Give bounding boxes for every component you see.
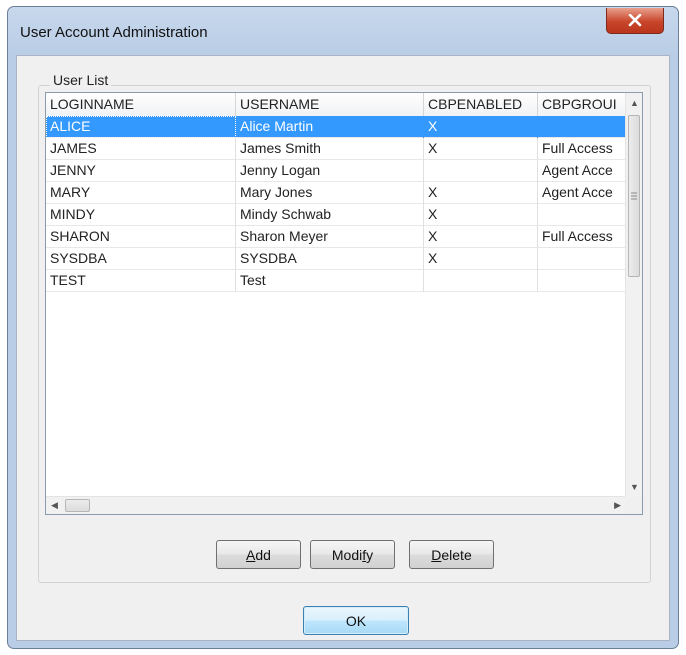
cell-loginname: MARY (46, 182, 236, 204)
column-header-loginname[interactable]: LOGINNAME (46, 93, 236, 116)
add-button-label: dd (255, 546, 271, 563)
grid-header: LOGINNAME USERNAME CBPENABLED CBPGROUI (46, 93, 626, 117)
table-row[interactable]: SHARON Sharon Meyer X Full Access (46, 226, 626, 248)
cell-loginname: SYSDBA (46, 248, 236, 270)
cell-username: Test (236, 270, 424, 292)
cell-username: Alice Martin (236, 116, 424, 138)
scroll-left-icon[interactable]: ◀ (51, 500, 58, 511)
cell-username: Mary Jones (236, 182, 424, 204)
cell-loginname: SHARON (46, 226, 236, 248)
column-header-cbpgroup[interactable]: CBPGROUI (538, 93, 626, 116)
cell-username: SYSDBA (236, 248, 424, 270)
delete-button[interactable]: Delete (409, 540, 494, 569)
cell-cbpgroup: Agent Acce (538, 182, 626, 204)
add-button-accel: A (246, 546, 256, 563)
cell-cbpenabled: X (424, 182, 538, 204)
modify-button-label-pre: Modi (331, 546, 363, 563)
window-title: User Account Administration (20, 24, 208, 41)
column-header-cbpenabled[interactable]: CBPENABLED (424, 93, 538, 116)
scroll-right-icon[interactable]: ▶ (614, 500, 621, 511)
ok-button[interactable]: OK (303, 606, 409, 635)
cell-username: Sharon Meyer (236, 226, 424, 248)
cell-cbpgroup: Full Access (538, 226, 626, 248)
cell-username: James Smith (236, 138, 424, 160)
cell-cbpenabled: X (424, 116, 538, 138)
grid-rows: ALICE Alice Martin X JAMES James Smith X… (46, 116, 626, 292)
horizontal-scroll-thumb[interactable] (65, 499, 90, 512)
table-row[interactable]: ALICE Alice Martin X (46, 116, 626, 138)
scroll-up-icon[interactable]: ▲ (630, 98, 639, 108)
vertical-scrollbar[interactable]: ▲ ▼ (625, 93, 642, 497)
cell-loginname: TEST (46, 270, 236, 292)
cell-username: Mindy Schwab (236, 204, 424, 226)
vertical-scroll-thumb[interactable] (628, 115, 640, 277)
table-row[interactable]: MINDY Mindy Schwab X (46, 204, 626, 226)
user-grid[interactable]: LOGINNAME USERNAME CBPENABLED CBPGROUI A… (45, 92, 643, 515)
modify-button[interactable]: Modi f y (310, 540, 395, 569)
close-button[interactable] (606, 8, 664, 34)
cell-cbpgroup (538, 270, 626, 292)
table-row[interactable]: JENNY Jenny Logan Agent Acce (46, 160, 626, 182)
cell-cbpenabled: X (424, 248, 538, 270)
delete-button-accel: D (431, 546, 442, 563)
cell-username: Jenny Logan (236, 160, 424, 182)
scroll-down-icon[interactable]: ▼ (630, 482, 639, 492)
cell-cbpgroup: Full Access (538, 138, 626, 160)
cell-cbpenabled (424, 270, 538, 292)
cell-cbpenabled (424, 160, 538, 182)
cell-cbpenabled: X (424, 226, 538, 248)
grip-icon (631, 192, 637, 200)
user-list-label: User List (50, 72, 112, 88)
add-button[interactable]: Add (216, 540, 301, 569)
modify-button-label: y (366, 546, 374, 563)
cell-cbpgroup (538, 248, 626, 270)
dialog-client-area: User List LOGINNAME USERNAME CBPENABLED … (16, 55, 670, 641)
cell-loginname: JENNY (46, 160, 236, 182)
scrollbar-corner (625, 496, 642, 514)
table-row[interactable]: SYSDBA SYSDBA X (46, 248, 626, 270)
cell-cbpenabled: X (424, 204, 538, 226)
cell-loginname: JAMES (46, 138, 236, 160)
cell-loginname: ALICE (46, 116, 236, 138)
table-row[interactable]: JAMES James Smith X Full Access (46, 138, 626, 160)
table-row[interactable]: TEST Test (46, 270, 626, 292)
dialog-window: User Account Administration User List LO… (7, 6, 679, 649)
cell-cbpgroup (538, 116, 626, 138)
column-header-username[interactable]: USERNAME (236, 93, 424, 116)
table-row[interactable]: MARY Mary Jones X Agent Acce (46, 182, 626, 204)
delete-button-label: elete (441, 546, 472, 563)
close-icon (628, 14, 642, 27)
cell-cbpgroup (538, 204, 626, 226)
title-bar[interactable]: User Account Administration (8, 7, 678, 55)
horizontal-scrollbar[interactable]: ◀ ▶ (46, 496, 626, 514)
cell-cbpenabled: X (424, 138, 538, 160)
cell-cbpgroup: Agent Acce (538, 160, 626, 182)
cell-loginname: MINDY (46, 204, 236, 226)
